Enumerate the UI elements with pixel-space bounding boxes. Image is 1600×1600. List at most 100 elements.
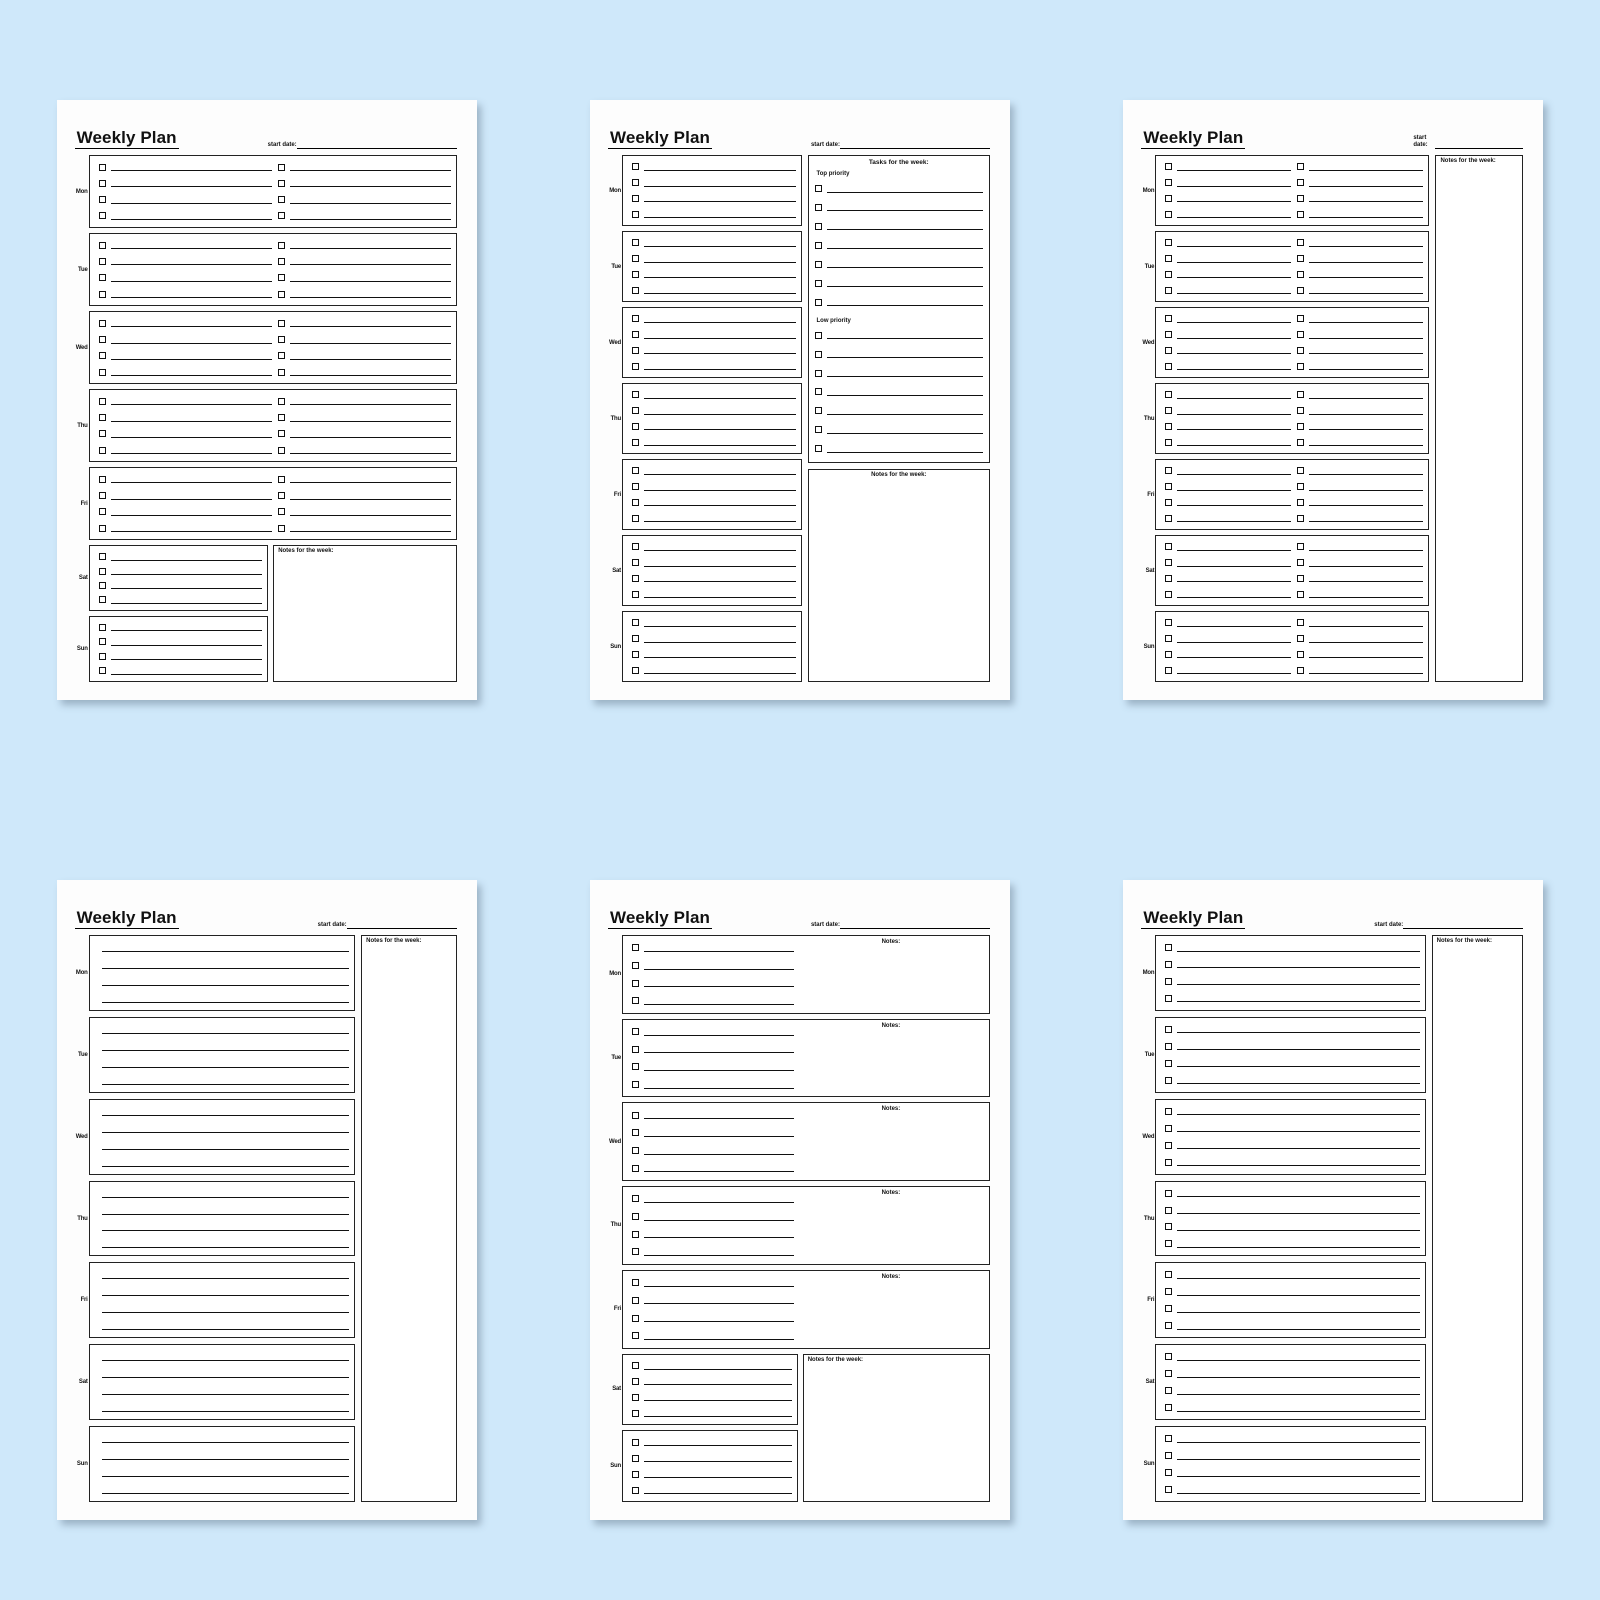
checkbox[interactable] xyxy=(1165,1059,1173,1067)
task-line[interactable] xyxy=(643,331,796,339)
task-line[interactable] xyxy=(1177,1435,1420,1443)
task-line[interactable] xyxy=(1177,559,1292,567)
task-line[interactable] xyxy=(826,241,983,250)
task-line[interactable] xyxy=(289,274,451,282)
task-line[interactable] xyxy=(643,1111,794,1120)
checkbox[interactable] xyxy=(1165,422,1173,430)
day-block-fri[interactable]: Fri xyxy=(614,459,802,531)
checkbox[interactable] xyxy=(1165,574,1173,582)
task-line[interactable] xyxy=(643,619,796,627)
task-line[interactable] xyxy=(110,179,272,188)
write-line[interactable] xyxy=(101,1206,350,1215)
checkbox[interactable] xyxy=(631,346,639,354)
checkbox[interactable] xyxy=(1165,977,1173,985)
notes-for-the-week-panel[interactable]: Notes for the week: xyxy=(807,469,990,682)
notes-for-the-week-panel[interactable]: Notes for the week: xyxy=(1431,935,1524,1502)
task-line[interactable] xyxy=(289,163,451,172)
checkbox[interactable] xyxy=(631,483,639,491)
task-line[interactable] xyxy=(1177,210,1292,219)
task-line[interactable] xyxy=(643,962,794,970)
checkbox[interactable] xyxy=(631,1129,639,1137)
task-line[interactable] xyxy=(1177,650,1292,659)
task-line[interactable] xyxy=(1177,1353,1420,1361)
task-line[interactable] xyxy=(643,407,796,415)
checkbox[interactable] xyxy=(1297,498,1305,506)
checkbox[interactable] xyxy=(98,492,106,500)
checkbox[interactable] xyxy=(1165,286,1173,294)
checkbox[interactable] xyxy=(98,667,106,675)
task-line[interactable] xyxy=(1177,286,1292,295)
task-line[interactable] xyxy=(110,368,272,377)
checkbox[interactable] xyxy=(631,1332,639,1340)
checkbox[interactable] xyxy=(631,979,639,987)
checkbox[interactable] xyxy=(631,467,639,475)
checkbox[interactable] xyxy=(631,1454,639,1462)
planner-page-5[interactable]: Weekly Plan start date: Mon Notes: Tue N… xyxy=(589,880,1010,1520)
task-line[interactable] xyxy=(110,430,272,438)
task-line[interactable] xyxy=(1309,574,1424,583)
planner-page-6[interactable]: Weekly Plan start date: Mon Tue Wed Thu … xyxy=(1123,880,1544,1520)
checkbox[interactable] xyxy=(277,397,285,405)
write-line[interactable] xyxy=(101,977,350,986)
checkbox[interactable] xyxy=(1297,483,1305,491)
day-notes-panel[interactable]: Notes: xyxy=(794,1023,984,1094)
day-block-mon[interactable]: Mon xyxy=(76,935,356,1011)
task-line[interactable] xyxy=(289,336,451,344)
task-line[interactable] xyxy=(643,255,796,263)
checkbox[interactable] xyxy=(631,315,639,323)
task-line[interactable] xyxy=(289,179,451,188)
task-line[interactable] xyxy=(643,1362,792,1370)
task-line[interactable] xyxy=(1177,255,1292,263)
checkbox[interactable] xyxy=(98,475,106,483)
checkbox[interactable] xyxy=(1165,438,1173,446)
checkbox[interactable] xyxy=(1165,543,1173,551)
task-line[interactable] xyxy=(110,397,272,406)
task-line[interactable] xyxy=(643,1081,794,1089)
checkbox[interactable] xyxy=(631,210,639,218)
checkbox[interactable] xyxy=(1165,1107,1173,1115)
day-block-sat[interactable]: Sat xyxy=(1146,1344,1426,1421)
checkbox[interactable] xyxy=(1165,1486,1173,1494)
checkbox[interactable] xyxy=(1297,391,1305,399)
task-line[interactable] xyxy=(1177,331,1292,339)
task-line[interactable] xyxy=(643,1314,794,1323)
write-line[interactable] xyxy=(101,1222,350,1232)
checkbox[interactable] xyxy=(1165,590,1173,598)
task-line[interactable] xyxy=(1177,315,1292,323)
checkbox[interactable] xyxy=(814,203,822,211)
day-block-sat[interactable]: Sat xyxy=(612,535,802,607)
checkbox[interactable] xyxy=(1165,1469,1173,1477)
task-line[interactable] xyxy=(1177,1025,1420,1034)
checkbox[interactable] xyxy=(631,1213,639,1221)
write-line[interactable] xyxy=(101,1025,350,1034)
task-line[interactable] xyxy=(643,179,796,187)
task-line[interactable] xyxy=(643,1063,794,1071)
checkbox[interactable] xyxy=(1165,1387,1173,1395)
checkbox[interactable] xyxy=(1165,514,1173,522)
planner-page-1[interactable]: Weekly Plan start date: Mon Tue Wed Thu … xyxy=(56,100,477,700)
start-date-input[interactable] xyxy=(296,139,457,150)
checkbox[interactable] xyxy=(631,286,639,294)
checkbox[interactable] xyxy=(98,212,106,220)
checkbox[interactable] xyxy=(1297,559,1305,567)
checkbox[interactable] xyxy=(631,1045,639,1053)
notes-for-the-week-panel[interactable]: Notes for the week: xyxy=(1435,155,1524,682)
checkbox[interactable] xyxy=(631,1314,639,1322)
checkbox[interactable] xyxy=(98,553,106,561)
planner-page-2[interactable]: Weekly Plan start date: Mon Tue Wed Thu … xyxy=(589,100,1010,700)
task-line[interactable] xyxy=(110,274,272,282)
task-line[interactable] xyxy=(1177,438,1292,447)
checkbox[interactable] xyxy=(98,290,106,298)
checkbox[interactable] xyxy=(277,446,285,454)
checkbox[interactable] xyxy=(1165,315,1173,323)
task-line[interactable] xyxy=(643,944,794,952)
task-line[interactable] xyxy=(643,1248,794,1256)
checkbox[interactable] xyxy=(1165,163,1173,171)
task-line[interactable] xyxy=(1177,1387,1420,1395)
checkbox[interactable] xyxy=(1165,391,1173,399)
checkbox[interactable] xyxy=(631,194,639,202)
checkbox[interactable] xyxy=(1165,1223,1173,1231)
checkbox[interactable] xyxy=(1297,619,1305,627)
task-line[interactable] xyxy=(643,239,796,247)
task-line[interactable] xyxy=(826,369,983,378)
